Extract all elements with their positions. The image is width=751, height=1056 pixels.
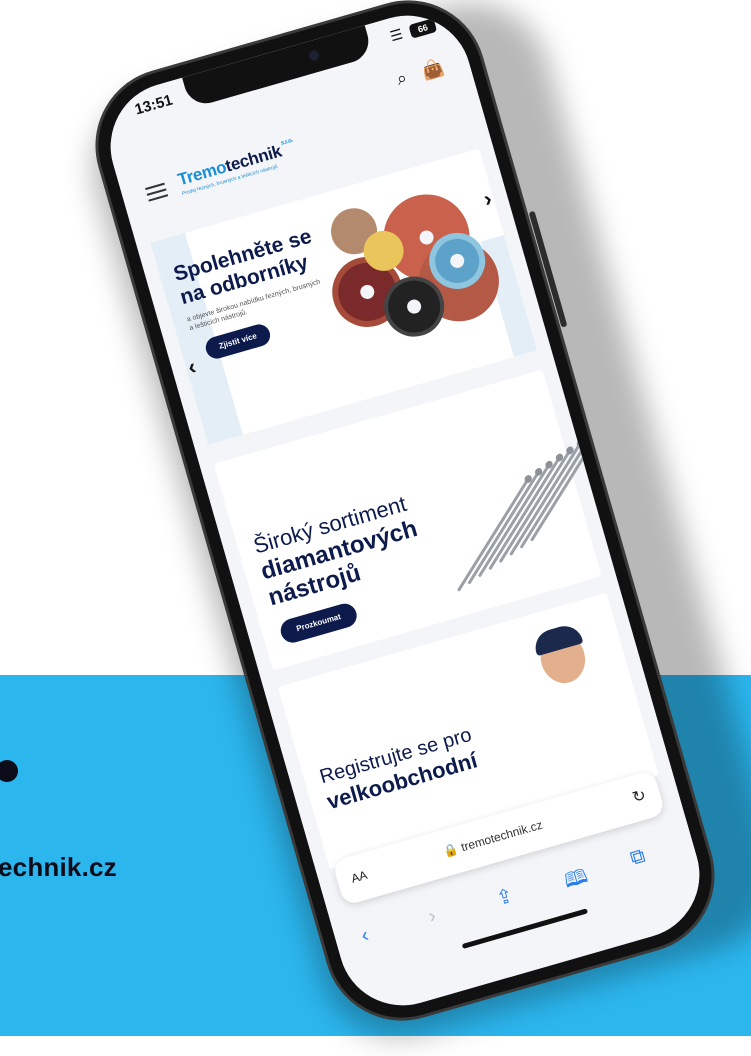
battery-indicator: 66 [408, 18, 438, 39]
camera-icon [307, 49, 321, 62]
wifi-icon: ☰ [388, 25, 405, 45]
abrasive-discs-image [304, 175, 509, 366]
shopping-bag-icon[interactable]: 👜 [419, 56, 446, 83]
share-icon[interactable]: ⇪ [493, 883, 516, 912]
site-logo[interactable]: Tremotechniks.r.o. Prodej řezných, brusn… [176, 138, 300, 197]
text-size-button[interactable]: AA [350, 868, 369, 886]
background-url-text: echnik.cz [0, 852, 117, 882]
back-icon[interactable]: ‹ [359, 924, 372, 948]
search-icon[interactable]: ⌕ [388, 65, 415, 92]
lock-icon: 🔒 [441, 841, 461, 860]
worker-photo [524, 614, 601, 698]
hamburger-icon[interactable] [144, 179, 169, 206]
book-icon[interactable]: 🕮 [561, 861, 593, 900]
tabs-icon[interactable]: ⧉ [628, 845, 648, 871]
status-time: 13:51 [132, 91, 175, 119]
forward-icon[interactable]: › [426, 905, 439, 929]
explore-button[interactable]: Prozkoumat [277, 600, 360, 646]
learn-more-button[interactable]: Zjistit více [203, 321, 273, 362]
home-indicator [461, 908, 589, 949]
reload-icon[interactable]: ↻ [630, 785, 649, 808]
diamond-tools-image [397, 409, 602, 595]
slider-next-icon[interactable]: › [481, 186, 495, 213]
